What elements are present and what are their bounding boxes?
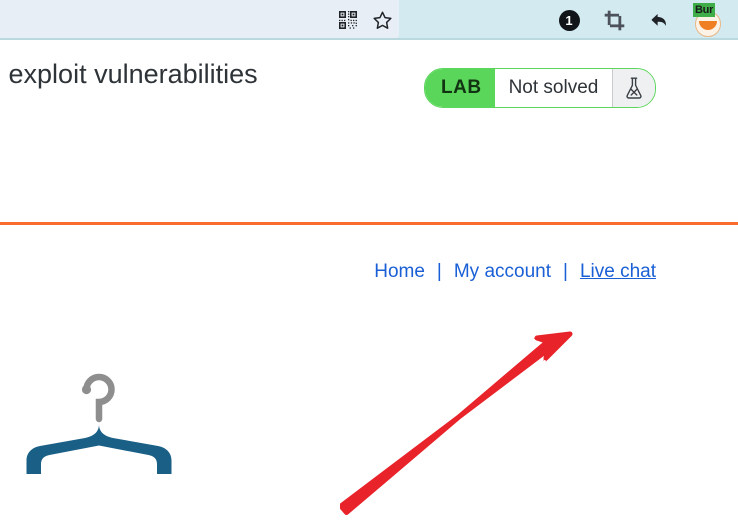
burp-logo-mouth (699, 21, 717, 30)
back-arrow-icon[interactable] (647, 8, 671, 32)
clothes-hanger-logo (14, 342, 174, 502)
nav-separator-1: | (436, 261, 442, 282)
lab-status-widget: LAB Not solved (424, 68, 657, 108)
toolbar-divider (0, 38, 738, 40)
page-title: o exploit vulnerabilities (0, 59, 258, 89)
burp-extension-badge-label: Bur (693, 3, 716, 17)
lab-header: o exploit vulnerabilities LAB Not solved (0, 42, 738, 225)
qr-code-icon[interactable] (336, 8, 360, 32)
nav-link-my-account[interactable]: My account (454, 261, 551, 282)
header-divider-rule (0, 222, 738, 225)
nav-link-live-chat[interactable]: Live chat (580, 261, 656, 282)
notification-count-label: 1 (558, 9, 580, 31)
lab-badge-label: LAB (425, 69, 495, 107)
lab-status-text: Not solved (494, 69, 613, 107)
nav-separator-2: | (563, 261, 568, 282)
notification-count-badge[interactable]: 1 (557, 8, 581, 32)
browser-toolbar: 1 Bur (0, 0, 738, 40)
crop-screenshot-icon[interactable] (602, 8, 626, 32)
burp-suite-extension-icon[interactable]: Bur (691, 2, 723, 37)
site-navigation: Home | My account | Live chat (0, 261, 738, 283)
red-pointer-arrow (340, 331, 573, 515)
lab-page: o exploit vulnerabilities LAB Not solved… (0, 42, 738, 515)
nav-link-home[interactable]: Home (374, 261, 425, 282)
star-bookmark-icon[interactable] (370, 8, 394, 32)
flask-not-solved-icon (612, 69, 656, 107)
